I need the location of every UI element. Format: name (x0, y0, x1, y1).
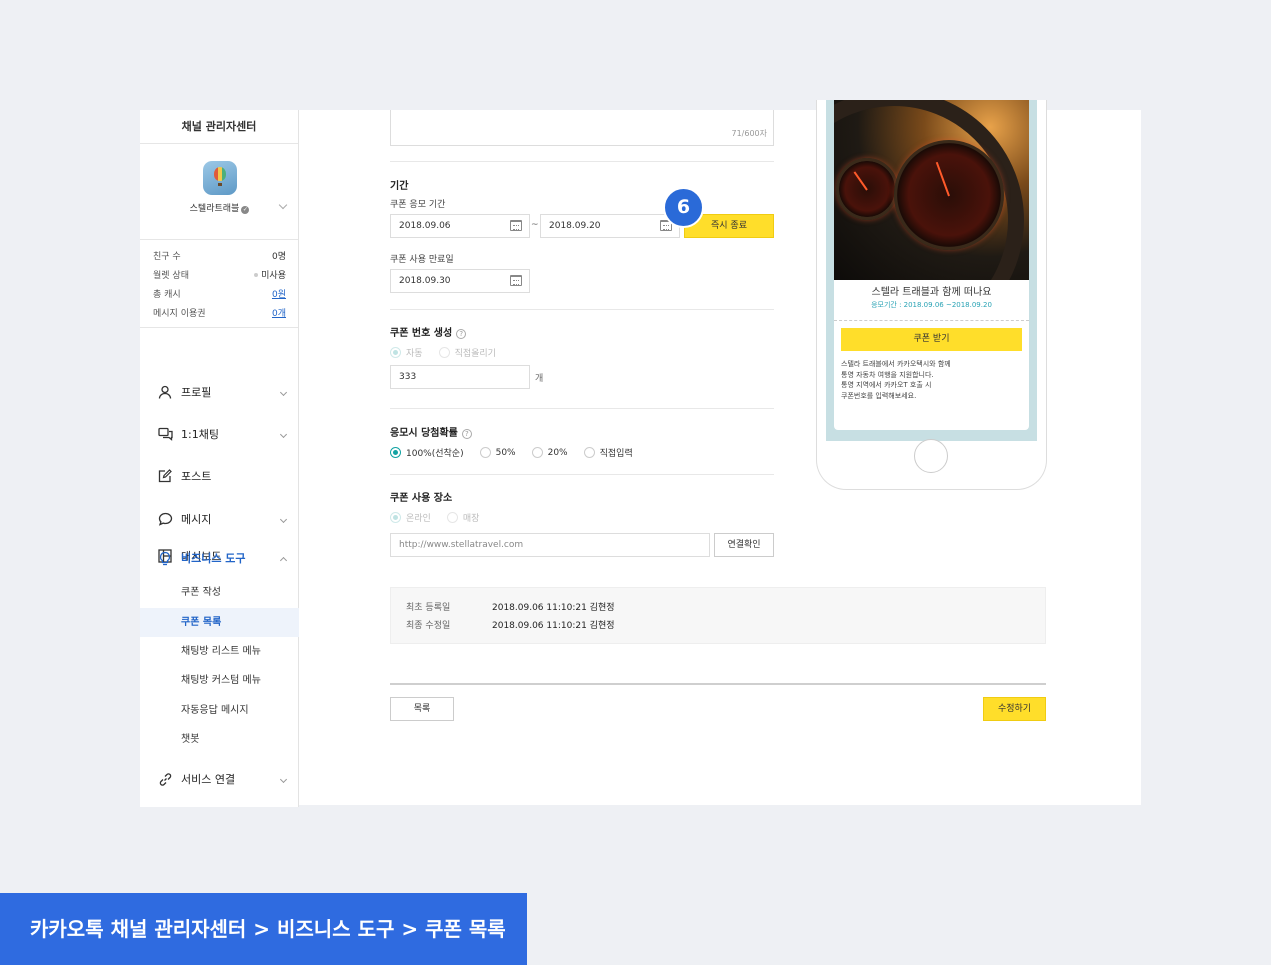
probability-radio-group: 100%(선착순) 50% 20% 직접입력 (390, 446, 649, 459)
get-coupon-button[interactable]: 쿠폰 받기 (841, 328, 1022, 351)
char-counter: 71/600자 (731, 129, 767, 138)
expire-date-input[interactable]: 2018.09.30 (390, 269, 530, 293)
cash-link[interactable]: 0원 (272, 286, 286, 305)
modified-row: 최종 수정일 2018.09.06 11:10:21 김현정 (406, 621, 615, 631)
radio-20[interactable] (531, 447, 543, 458)
sidebar: 채널 관리자센터 스텔라트래블 ✓ 친구 수 0명 월렛 상태 미사용 총 캐시 0원 … (140, 110, 299, 807)
radio-store[interactable] (446, 512, 458, 523)
calendar-icon[interactable] (510, 220, 522, 231)
number-heading: 쿠폰 번호 생성? (390, 324, 467, 339)
verified-icon: ✓ (241, 206, 250, 214)
breadcrumb-footer: 카카오톡 채널 관리자센터 > 비즈니스 도구 > 쿠폰 목록 (0, 893, 527, 965)
stat-cash: 총 캐시 0원 (153, 286, 286, 305)
coupon-description: 스텔라 트래블에서 카카오택시와 함께 통영 자동차 여행을 지원합니다. 통영… (841, 360, 951, 400)
coupon-title: 스텔라 트래블과 함께 떠나요 (871, 287, 992, 298)
help-icon[interactable]: ? (456, 329, 467, 339)
step-badge: 6 (663, 187, 704, 228)
stat-wallet: 월렛 상태 미사용 (153, 271, 286, 281)
home-button (914, 439, 948, 473)
stat-message-voucher: 메시지 이용권 0개 (153, 305, 286, 324)
period-heading: 기간 (390, 181, 409, 192)
status-dot-icon (254, 273, 259, 277)
coupon-card: 스텔라 트래블과 함께 떠나요 응모기간 : 2018.09.06 ~2018.… (834, 280, 1029, 430)
main-panel: 채널 관리자센터 스텔라트래블 ✓ 친구 수 0명 월렛 상태 미사용 총 캐시 0원 … (140, 100, 1141, 807)
meta-info: 최초 등록일 2018.09.06 11:10:21 김현정 최종 수정일 2018… (390, 587, 1046, 644)
description-textarea[interactable]: 71/600자 (390, 110, 774, 146)
avatar[interactable] (203, 161, 237, 195)
edit-button[interactable]: 수정하기 (983, 697, 1046, 721)
radio-50[interactable] (479, 447, 491, 458)
profile-name[interactable]: 스텔라트래블 ✓ (140, 201, 299, 214)
end-date-input[interactable]: 2018.09.20 (540, 214, 680, 238)
radio-100[interactable] (390, 447, 401, 458)
url-check-button[interactable]: 연결확인 (714, 533, 774, 557)
probability-heading: 응모시 당첨확률? (390, 424, 472, 439)
voucher-link[interactable]: 0개 (272, 305, 286, 324)
place-radio-group: 온라인 매장 (390, 511, 495, 524)
phone-preview: 스텔라 트래블과 함께 떠나요 응모기간 : 2018.09.06 ~2018.… (816, 100, 1047, 490)
radio-auto[interactable] (390, 347, 401, 358)
help-icon[interactable]: ? (461, 429, 472, 439)
coupon-image (834, 100, 1029, 280)
number-radio-group: 자동 직접올리기 (390, 346, 512, 359)
url-input[interactable]: http://www.stellatravel.com (390, 533, 710, 557)
sidebar-title: 채널 관리자센터 (140, 110, 298, 144)
dashboard-icon (157, 548, 173, 564)
profile-section: 스텔라트래블 ✓ (140, 144, 298, 240)
coupon-count-input[interactable]: 333 (390, 365, 530, 389)
radio-online[interactable] (390, 512, 401, 523)
calendar-icon[interactable] (510, 275, 522, 286)
apply-period-label: 쿠폰 응모 기간 (390, 200, 446, 210)
stat-friends: 친구 수 0명 (153, 252, 286, 262)
count-unit: 개 (535, 374, 544, 384)
coupon-period: 응모기간 : 2018.09.06 ~2018.09.20 (871, 301, 992, 309)
place-heading: 쿠폰 사용 장소 (390, 493, 453, 504)
created-row: 최초 등록일 2018.09.06 11:10:21 김현정 (406, 603, 615, 613)
start-date-input[interactable]: 2018.09.06 (390, 214, 530, 238)
phone-screen: 스텔라 트래블과 함께 떠나요 응모기간 : 2018.09.06 ~2018.… (826, 100, 1037, 441)
sidebar-item-dashboard[interactable]: 대시보드 (140, 544, 299, 568)
list-button[interactable]: 목록 (390, 697, 454, 721)
radio-custom[interactable] (583, 447, 595, 458)
radio-upload[interactable] (438, 347, 450, 358)
expire-label: 쿠폰 사용 만료일 (390, 255, 454, 265)
balloon-icon (214, 167, 226, 181)
stats-list: 친구 수 0명 월렛 상태 미사용 총 캐시 0원 메시지 이용권 0개 (140, 240, 298, 328)
